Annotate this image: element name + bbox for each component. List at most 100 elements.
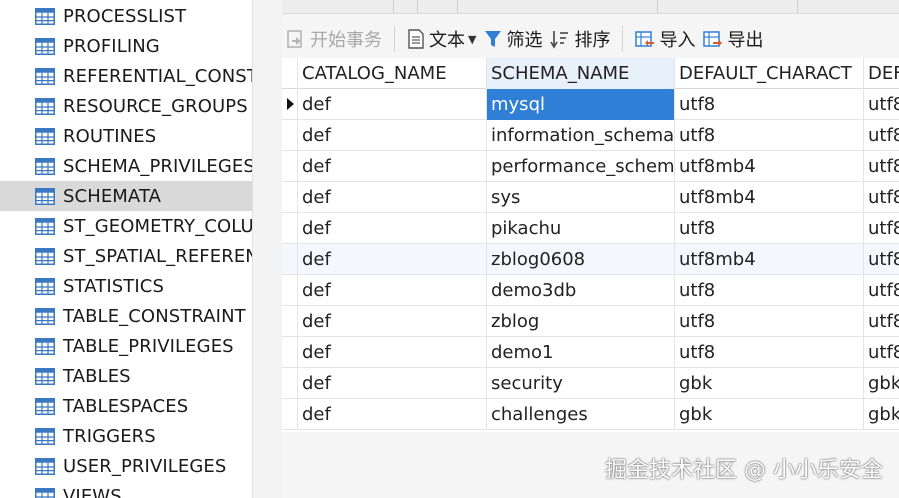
table-row[interactable]: def sys utf8mb4 utf8 [282,182,899,213]
grid-cell[interactable]: utf8 [675,89,864,120]
tab[interactable] [458,0,658,13]
table-row[interactable]: def pikachu utf8 utf8 [282,213,899,244]
tab[interactable] [282,0,394,13]
grid-cell[interactable]: def [298,306,487,337]
grid-cell[interactable]: def [298,89,487,120]
grid-cell[interactable]: utf8 [864,182,899,213]
grid-cell[interactable]: gbk [675,368,864,399]
grid-cell[interactable]: def [298,213,487,244]
grid-cell[interactable]: utf8 [675,275,864,306]
grid-cell[interactable]: gbk [864,368,899,399]
grid-cell[interactable]: utf8 [864,213,899,244]
tab[interactable] [418,0,458,13]
tab[interactable] [658,0,798,13]
grid-cell[interactable]: demo3db [487,275,675,306]
row-indicator[interactable] [282,120,298,151]
column-header[interactable]: DEF [864,58,899,89]
row-indicator[interactable] [282,89,298,120]
grid-cell[interactable]: def [298,120,487,151]
tree-item-table[interactable]: STATISTICS [0,271,252,301]
column-header[interactable]: DEFAULT_CHARACT [675,58,864,89]
grid-cell[interactable]: utf8 [864,89,899,120]
row-indicator[interactable] [282,213,298,244]
tree-item-table[interactable]: ROUTINES [0,121,252,151]
table-row[interactable]: def information_schema utf8 utf8 [282,120,899,151]
grid-cell[interactable]: utf8 [864,120,899,151]
tree-item-table[interactable]: TABLES [0,361,252,391]
grid-cell[interactable]: def [298,275,487,306]
row-indicator[interactable] [282,151,298,182]
grid-cell[interactable]: utf8 [675,213,864,244]
grid-cell[interactable]: utf8 [864,275,899,306]
table-row[interactable]: def zblog0608 utf8mb4 utf8 [282,244,899,275]
tab-dropdown[interactable] [394,0,418,13]
grid-cell[interactable]: utf8 [864,306,899,337]
sort-button[interactable]: 排序 [546,24,614,54]
splitter[interactable] [252,0,282,498]
row-indicator[interactable] [282,337,298,368]
tree-item-table[interactable]: RESOURCE_GROUPS [0,91,252,121]
grid-cell[interactable]: security [487,368,675,399]
tree-item-table[interactable]: SCHEMATA [0,181,252,211]
grid-cell[interactable]: demo1 [487,337,675,368]
tree-item-table[interactable]: REFERENTIAL_CONST [0,61,252,91]
table-row[interactable]: def mysql utf8 utf8 [282,89,899,120]
tree-item-table[interactable]: SCHEMA_PRIVILEGES [0,151,252,181]
grid-cell[interactable]: utf8 [864,244,899,275]
grid-cell[interactable]: gbk [864,399,899,430]
grid-cell[interactable]: def [298,368,487,399]
tree-item-table[interactable]: TABLE_PRIVILEGES [0,331,252,361]
tree-item-table[interactable]: ST_GEOMETRY_COLU [0,211,252,241]
row-indicator[interactable] [282,182,298,213]
tree-item-table[interactable]: USER_PRIVILEGES [0,451,252,481]
grid-cell[interactable]: zblog [487,306,675,337]
tree-item-table[interactable]: TABLE_CONSTRAINT [0,301,252,331]
grid-cell[interactable]: def [298,399,487,430]
table-row[interactable]: def demo1 utf8 utf8 [282,337,899,368]
grid-cell[interactable]: utf8 [864,151,899,182]
grid-cell[interactable]: utf8 [864,337,899,368]
grid-cell[interactable]: utf8 [675,306,864,337]
filter-button[interactable]: 筛选 [480,24,546,54]
grid-cell[interactable]: zblog0608 [487,244,675,275]
grid-cell[interactable]: def [298,182,487,213]
grid-cell[interactable]: performance_schem [487,151,675,182]
grid-cell[interactable]: def [298,337,487,368]
tree-item-table[interactable]: TABLESPACES [0,391,252,421]
begin-transaction-button[interactable]: 开始事务 [282,24,386,54]
grid-cell[interactable]: utf8 [675,120,864,151]
table-row[interactable]: def security gbk gbk [282,368,899,399]
grid-cell[interactable]: utf8mb4 [675,182,864,213]
grid-cell[interactable]: utf8mb4 [675,244,864,275]
grid-cell[interactable]: def [298,244,487,275]
grid-cell[interactable]: sys [487,182,675,213]
column-header[interactable]: CATALOG_NAME [298,58,487,89]
row-indicator[interactable] [282,399,298,430]
grid-cell[interactable]: utf8mb4 [675,151,864,182]
import-button[interactable]: 导入 [631,24,699,54]
table-row[interactable]: def zblog utf8 utf8 [282,306,899,337]
row-indicator[interactable] [282,368,298,399]
row-indicator[interactable] [282,306,298,337]
tree-item-table[interactable]: PROFILING [0,31,252,61]
tree-item-table[interactable]: PROCESSLIST [0,1,252,31]
tree-item-table[interactable]: ST_SPATIAL_REFEREN [0,241,252,271]
row-indicator[interactable] [282,275,298,306]
grid-cell[interactable]: def [298,151,487,182]
row-indicator[interactable] [282,244,298,275]
tree-item-table[interactable]: VIEWS [0,481,252,498]
column-header[interactable]: SCHEMA_NAME [487,58,675,89]
tree-item-table[interactable]: TRIGGERS [0,421,252,451]
table-row[interactable]: def performance_schem utf8mb4 utf8 [282,151,899,182]
grid-cell[interactable]: pikachu [487,213,675,244]
grid-cell[interactable]: gbk [675,399,864,430]
grid-cell[interactable]: information_schema [487,120,675,151]
grid-cell[interactable]: utf8 [675,337,864,368]
grid-cell[interactable]: mysql [487,89,675,120]
text-view-button[interactable]: 文本 ▼ [403,24,480,54]
sort-label: 排序 [574,30,611,51]
grid-cell[interactable]: challenges [487,399,675,430]
table-row[interactable]: def demo3db utf8 utf8 [282,275,899,306]
export-button[interactable]: 导出 [699,24,767,54]
table-row[interactable]: def challenges gbk gbk [282,399,899,430]
